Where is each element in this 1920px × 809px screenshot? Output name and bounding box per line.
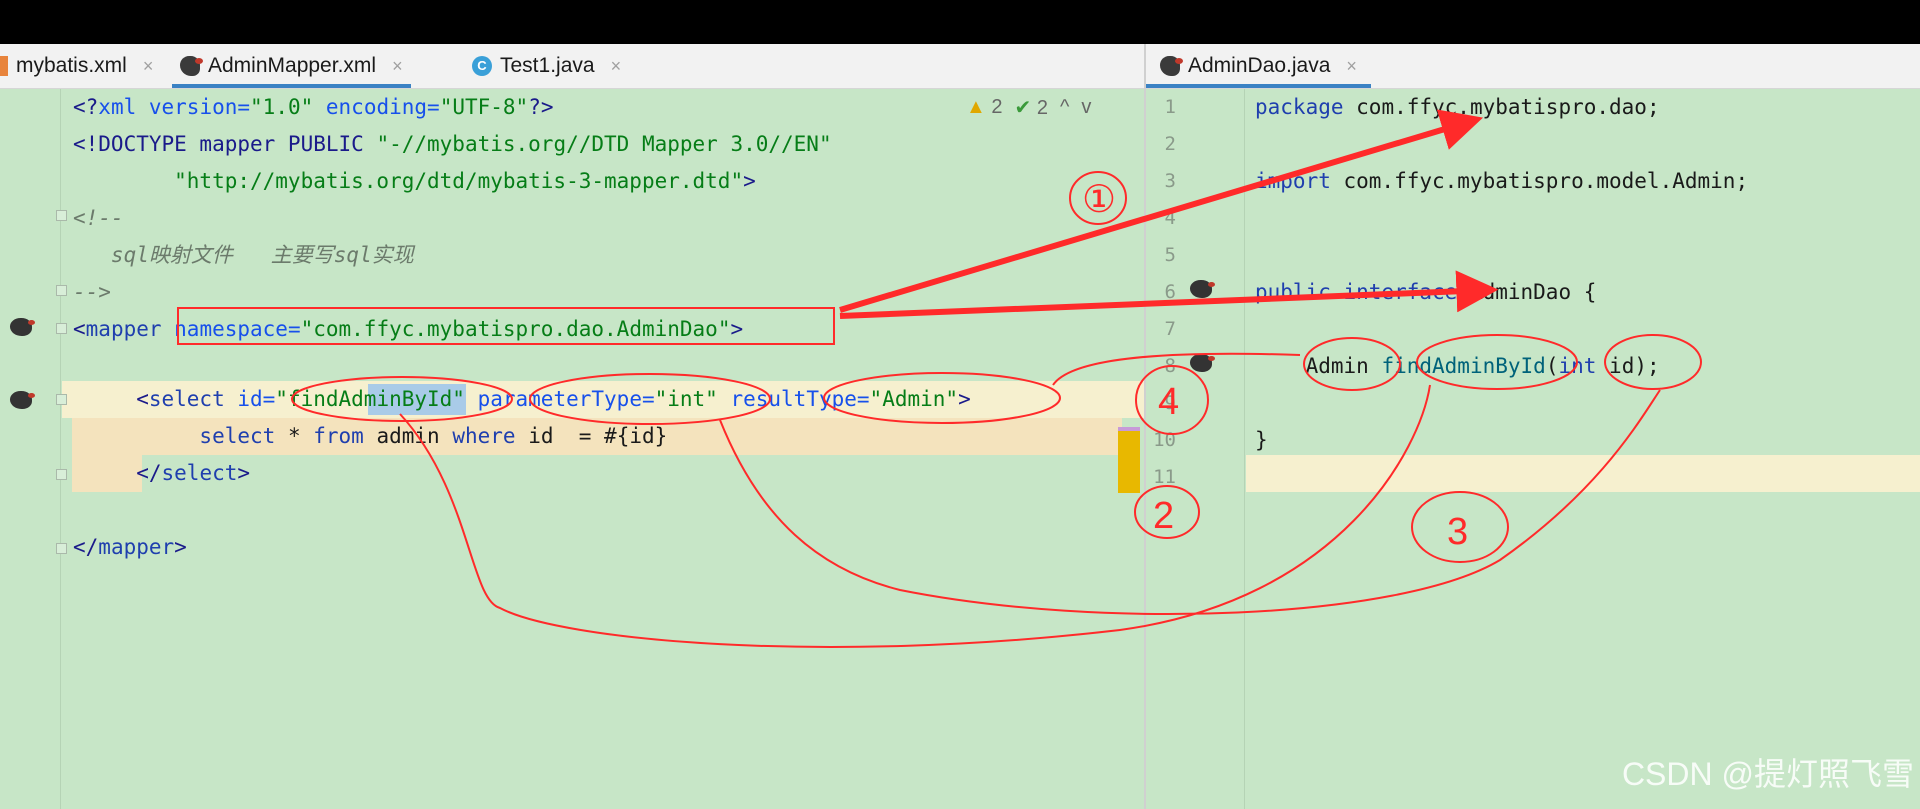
chevron-down-icon[interactable]: v bbox=[1081, 96, 1091, 119]
code-line-10: select * from admin where id = #{id} bbox=[73, 424, 668, 448]
line-number: 11 bbox=[1153, 466, 1176, 488]
code-line-6: public interface AdminDao { bbox=[1255, 280, 1597, 304]
mybatis-navigate-icon[interactable] bbox=[10, 318, 35, 336]
scrollbar-marker[interactable] bbox=[1118, 430, 1140, 493]
line-number: 3 bbox=[1164, 170, 1176, 192]
line-number: 8 bbox=[1164, 355, 1176, 377]
check-icon: ✔ bbox=[1014, 97, 1032, 119]
code-line-3: import com.ffyc.mybatispro.model.Admin; bbox=[1255, 169, 1749, 193]
code-line-9: <select id="findAdminById" parameterType… bbox=[73, 387, 971, 411]
tab-label: Test1.java bbox=[500, 54, 595, 77]
fold-marker[interactable] bbox=[56, 210, 67, 221]
check-count: 2 bbox=[1036, 97, 1048, 119]
mybatis-bird-icon bbox=[1160, 56, 1183, 76]
close-icon[interactable]: × bbox=[392, 56, 403, 77]
warning-count: 2 bbox=[991, 96, 1003, 118]
left-tab-bar: mybatis.xml × AdminMapper.xml × C Test1.… bbox=[0, 44, 1144, 89]
line-number: 4 bbox=[1164, 207, 1176, 229]
mybatis-navigate-icon[interactable] bbox=[10, 391, 35, 409]
code-line-6: --> bbox=[73, 280, 111, 304]
right-tab-bar: AdminDao.java × bbox=[1146, 44, 1920, 89]
xml-file-icon bbox=[0, 56, 8, 76]
current-line-highlight bbox=[1246, 455, 1920, 492]
right-editor[interactable]: 1 2 3 4 5 6 7 8 9 10 11 package com.ffyc… bbox=[1146, 89, 1920, 809]
code-line-1: <?xml version="1.0" encoding="UTF-8"?> bbox=[73, 95, 554, 119]
mybatis-navigate-icon[interactable] bbox=[1190, 280, 1215, 298]
close-icon[interactable]: × bbox=[611, 56, 622, 77]
left-gutter bbox=[0, 89, 61, 809]
tab-mybatis-xml[interactable]: mybatis.xml × bbox=[0, 44, 153, 88]
code-line-10: } bbox=[1255, 428, 1268, 452]
inspection-widget[interactable]: ▲ 2 ✔ 2 ^ v bbox=[966, 95, 1091, 120]
mybatis-bird-icon bbox=[180, 56, 203, 76]
close-icon[interactable]: × bbox=[143, 56, 154, 77]
tab-label: AdminDao.java bbox=[1188, 54, 1331, 77]
line-number: 5 bbox=[1164, 244, 1176, 266]
scrollbar-marker bbox=[1118, 427, 1140, 431]
code-line-7: <mapper namespace="com.ffyc.mybatispro.d… bbox=[73, 317, 744, 341]
fold-marker[interactable] bbox=[56, 394, 67, 405]
tab-adminmapper-xml[interactable]: AdminMapper.xml × bbox=[172, 44, 411, 88]
tab-admindao-java[interactable]: AdminDao.java × bbox=[1146, 44, 1371, 88]
fold-marker[interactable] bbox=[56, 285, 67, 296]
fold-marker[interactable] bbox=[56, 469, 67, 480]
code-line-11: </select> bbox=[73, 461, 251, 485]
left-editor[interactable]: ▲ 2 ✔ 2 ^ v <?xml version="1.0" encoding… bbox=[0, 89, 1144, 809]
tab-label: mybatis.xml bbox=[16, 54, 127, 77]
line-number: 2 bbox=[1164, 133, 1176, 155]
line-number: 9 bbox=[1164, 392, 1176, 414]
fold-marker[interactable] bbox=[56, 323, 67, 334]
code-line-13: </mapper> bbox=[73, 535, 187, 559]
mybatis-navigate-icon[interactable] bbox=[1190, 354, 1215, 372]
line-number: 6 bbox=[1164, 281, 1176, 303]
line-number: 1 bbox=[1164, 96, 1176, 118]
code-line-5: sql映射文件 主要写sql实现 bbox=[73, 243, 414, 267]
line-number: 10 bbox=[1153, 429, 1176, 451]
code-line-3: "http://mybatis.org/dtd/mybatis-3-mapper… bbox=[73, 169, 756, 193]
fold-marker[interactable] bbox=[56, 543, 67, 554]
watermark: CSDN @提灯照飞雪 bbox=[1621, 756, 1914, 792]
code-line-2: <!DOCTYPE mapper PUBLIC "-//mybatis.org/… bbox=[73, 132, 832, 156]
close-icon[interactable]: × bbox=[1346, 56, 1357, 77]
tab-test1-java[interactable]: C Test1.java × bbox=[464, 44, 629, 88]
line-number: 7 bbox=[1164, 318, 1176, 340]
tab-label: AdminMapper.xml bbox=[208, 54, 377, 77]
code-line-4: <!-- bbox=[73, 206, 124, 230]
code-line-8: Admin findAdminById(int id); bbox=[1255, 354, 1660, 378]
warning-icon: ▲ bbox=[966, 96, 986, 118]
code-line-1: package com.ffyc.mybatispro.dao; bbox=[1255, 95, 1660, 119]
window-top-bar bbox=[0, 0, 1920, 36]
chevron-up-icon[interactable]: ^ bbox=[1060, 96, 1069, 119]
java-class-icon: C bbox=[472, 56, 492, 76]
